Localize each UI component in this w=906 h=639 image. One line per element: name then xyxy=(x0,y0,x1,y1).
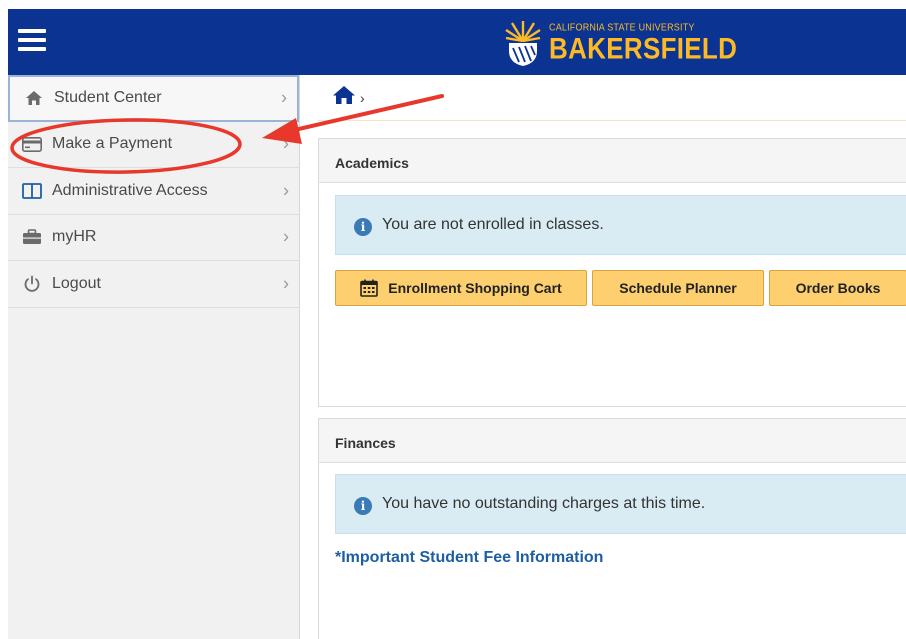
sidebar-item-student-center[interactable]: Student Center › xyxy=(8,75,299,122)
home-icon[interactable] xyxy=(332,85,356,110)
important-fee-info-link[interactable]: *Important Student Fee Information xyxy=(335,549,603,567)
sidebar-item-label: myHR xyxy=(52,228,97,246)
sidebar-nav: Student Center › Make a Payment › Admini… xyxy=(8,75,300,639)
academics-alert-text: You are not enrolled in classes. xyxy=(382,216,604,233)
calendar-icon xyxy=(360,279,379,297)
info-icon: i xyxy=(354,217,372,236)
main-content: › Academics i You are not enrolled in cl… xyxy=(300,75,906,639)
finances-alert: i You have no outstanding charges at thi… xyxy=(335,474,906,534)
home-icon xyxy=(24,89,44,107)
academics-alert: i You are not enrolled in classes. xyxy=(335,195,906,255)
columns-icon xyxy=(22,182,42,200)
academics-title: Academics xyxy=(319,139,906,183)
sidebar-item-myhr[interactable]: myHR › xyxy=(8,215,299,261)
sidebar-item-administrative-access[interactable]: Administrative Access › xyxy=(8,168,299,215)
breadcrumb: › xyxy=(332,85,365,110)
power-icon xyxy=(22,275,42,293)
enrollment-shopping-cart-button[interactable]: Enrollment Shopping Cart xyxy=(335,270,587,306)
breadcrumb-divider xyxy=(318,120,906,121)
logo-campus-name: BAKERSFIELD xyxy=(549,30,738,66)
briefcase-icon xyxy=(22,228,42,246)
finances-title: Finances xyxy=(319,419,906,463)
sidebar-item-label: Student Center xyxy=(54,89,162,107)
enrollment-shopping-cart-label: Enrollment Shopping Cart xyxy=(388,280,562,296)
university-logo[interactable]: CALIFORNIA STATE UNIVERSITY BAKERSFIELD xyxy=(503,14,737,70)
finances-alert-text: You have no outstanding charges at this … xyxy=(382,495,706,512)
credit-card-icon xyxy=(22,135,42,153)
sidebar-item-make-a-payment[interactable]: Make a Payment › xyxy=(8,122,299,168)
sidebar-item-logout[interactable]: Logout › xyxy=(8,261,299,308)
chevron-right-icon: › xyxy=(283,180,289,201)
order-books-button[interactable]: Order Books xyxy=(769,270,906,306)
breadcrumb-separator: › xyxy=(360,89,365,106)
finances-panel: Finances i You have no outstanding charg… xyxy=(318,418,906,639)
sidebar-item-label: Administrative Access xyxy=(52,181,208,199)
chevron-right-icon: › xyxy=(283,133,289,154)
hamburger-menu-icon[interactable] xyxy=(18,29,46,53)
schedule-planner-label: Schedule Planner xyxy=(619,280,737,296)
chevron-right-icon: › xyxy=(283,226,289,247)
sidebar-item-label: Logout xyxy=(52,274,101,292)
sun-shield-icon xyxy=(505,18,541,66)
schedule-planner-button[interactable]: Schedule Planner xyxy=(592,270,764,306)
sidebar-item-label: Make a Payment xyxy=(52,135,173,153)
chevron-right-icon: › xyxy=(281,87,287,108)
order-books-label: Order Books xyxy=(795,280,881,296)
info-icon: i xyxy=(354,496,372,515)
chevron-right-icon: › xyxy=(283,273,289,294)
academics-panel: Academics i You are not enrolled in clas… xyxy=(318,138,906,407)
top-header-bar: CALIFORNIA STATE UNIVERSITY BAKERSFIELD xyxy=(8,9,906,75)
